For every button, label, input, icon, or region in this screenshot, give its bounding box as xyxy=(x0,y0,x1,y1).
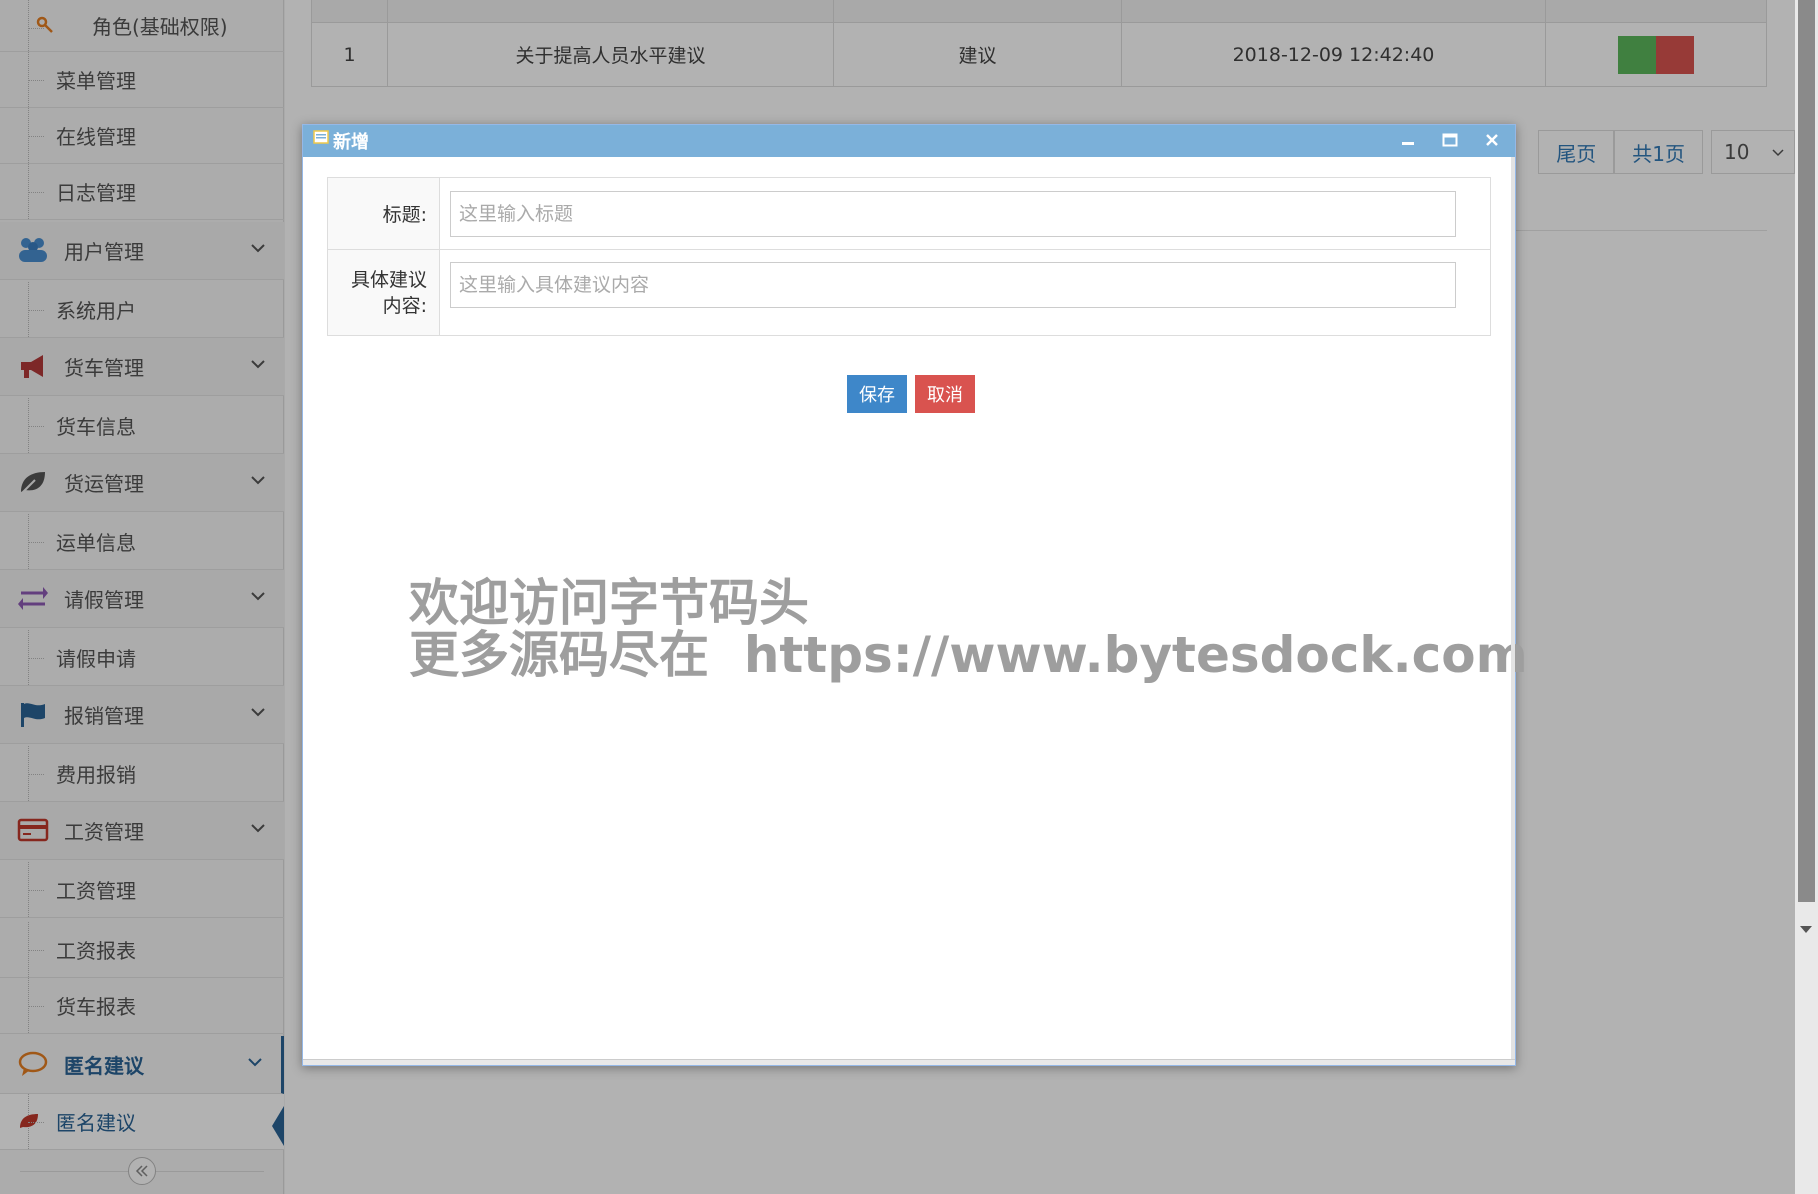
form-row-title: 标题: xyxy=(327,177,1491,250)
dialog-border-right xyxy=(1511,157,1515,1065)
maximize-button[interactable] xyxy=(1439,129,1461,151)
cancel-button[interactable]: 取消 xyxy=(915,375,975,413)
content-label-line1: 具体建议 xyxy=(350,268,427,291)
maximize-icon xyxy=(1442,133,1458,147)
title-label: 标题: xyxy=(327,177,440,250)
window-icon xyxy=(313,130,329,144)
title-input[interactable] xyxy=(450,190,1456,237)
dialog-body: 标题: 具体建议 内容: 保存 取消 欢迎访问字节码头 更多源码尽在 htt xyxy=(303,157,1528,1065)
content-label-line2: 内容: xyxy=(382,294,427,317)
watermark-line2: 更多源码尽在 https://www.bytesdock.com xyxy=(409,626,1528,684)
watermark-line1: 欢迎访问字节码头 xyxy=(409,574,809,632)
content-input[interactable] xyxy=(450,262,1456,308)
dialog-title: 新增 xyxy=(333,132,369,153)
minimize-button[interactable] xyxy=(1397,129,1419,151)
scroll-down-arrow[interactable] xyxy=(1800,926,1812,933)
add-form: 标题: 具体建议 内容: xyxy=(327,177,1491,336)
dialog-tools xyxy=(1397,129,1503,151)
scrollbar[interactable] xyxy=(1795,0,1818,1194)
scrollbar-thumb[interactable] xyxy=(1798,0,1815,902)
form-row-content: 具体建议 内容: xyxy=(327,249,1491,336)
dialog-buttons: 保存 取消 xyxy=(847,375,975,413)
add-dialog: 新增 标题: 具体建议 内容: xyxy=(302,124,1528,1066)
content-label: 具体建议 内容: xyxy=(327,249,440,336)
close-icon xyxy=(1486,134,1498,146)
watermark: 欢迎访问字节码头 更多源码尽在 https://www.bytesdock.co… xyxy=(409,577,1528,681)
title-field-cell xyxy=(439,177,1491,250)
minimize-icon xyxy=(1402,142,1414,145)
dialog-footer xyxy=(303,1059,1515,1065)
content-field-cell xyxy=(439,249,1491,336)
dialog-header[interactable]: 新增 xyxy=(303,125,1515,157)
save-button[interactable]: 保存 xyxy=(847,375,907,413)
close-button[interactable] xyxy=(1481,129,1503,151)
